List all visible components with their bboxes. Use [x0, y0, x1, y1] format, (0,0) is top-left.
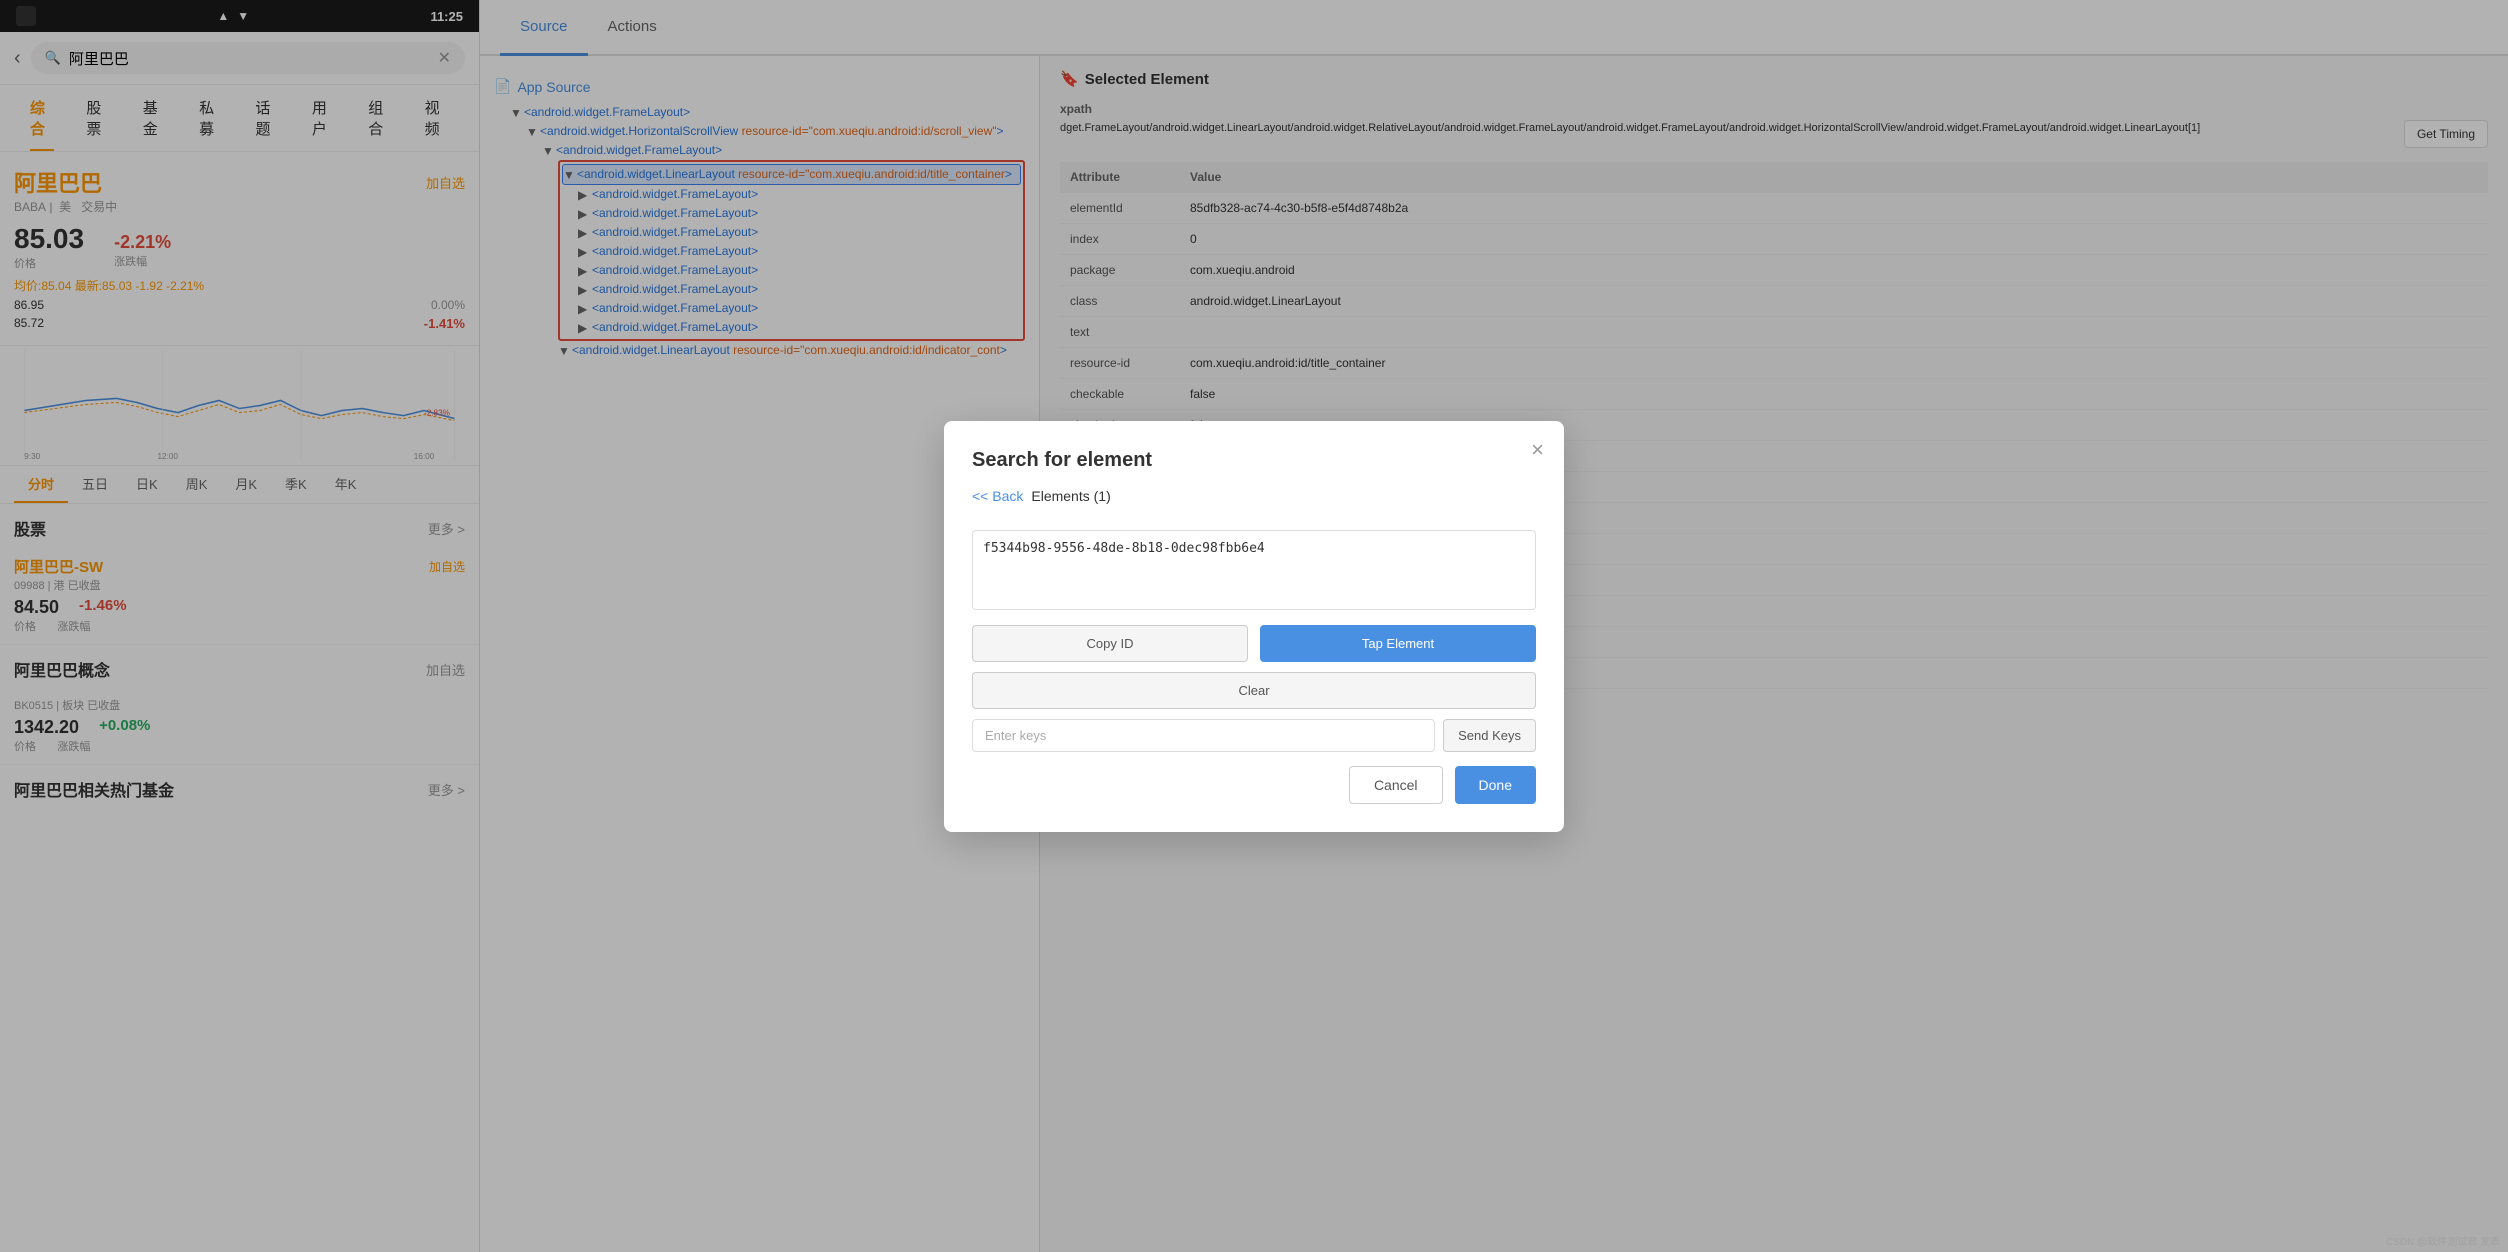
modal-close-button[interactable]: × [1531, 437, 1544, 463]
send-keys-button[interactable]: Send Keys [1443, 719, 1536, 752]
modal-nav: << Back Elements (1) [972, 488, 1536, 516]
modal-footer: Cancel Done [972, 766, 1536, 804]
clear-button[interactable]: Clear [972, 672, 1536, 709]
modal-title: Search for element [972, 449, 1536, 472]
tap-element-button[interactable]: Tap Element [1260, 625, 1536, 662]
modal-action-buttons: Copy ID Tap Element [972, 625, 1536, 662]
modal-clear-row: Clear [972, 672, 1536, 709]
search-element-modal: Search for element × << Back Elements (1… [944, 421, 1564, 832]
copy-id-button[interactable]: Copy ID [972, 625, 1248, 662]
modal-keys-row: Send Keys [972, 719, 1536, 752]
modal-overlay[interactable]: Search for element × << Back Elements (1… [0, 0, 2508, 1252]
cancel-button[interactable]: Cancel [1349, 766, 1443, 804]
watermark: CSDN @软件测试君 发表 [2386, 1233, 2500, 1248]
element-id-textarea[interactable]: f5344b98-9556-48de-8b18-0dec98fbb6e4 [972, 530, 1536, 610]
elements-count: Elements (1) [1031, 488, 1110, 516]
done-button[interactable]: Done [1455, 766, 1536, 804]
enter-keys-input[interactable] [972, 719, 1435, 752]
modal-back-button[interactable]: << Back [972, 488, 1023, 504]
